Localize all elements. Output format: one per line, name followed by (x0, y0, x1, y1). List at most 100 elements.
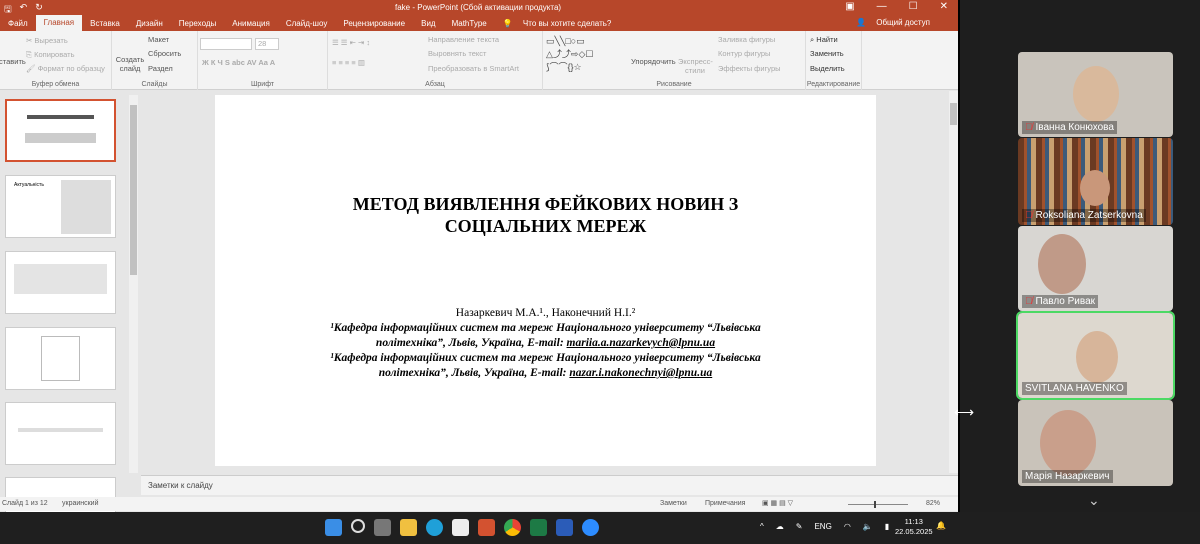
shapes-gallery[interactable]: ▭╲╲□○▭ △⤴⤴⇨◇☐ ⟆⌒⌒{}☆ (546, 35, 593, 74)
slide-title[interactable]: МЕТОД ВИЯВЛЕННЯ ФЕЙКОВИХ НОВИН З СОЦІАЛЬ… (215, 193, 876, 237)
notes-pane[interactable]: Заметки к слайду (141, 475, 958, 495)
slide-thumbnail-2[interactable]: Актуальність (5, 175, 116, 238)
participant-tile[interactable]: 🎙̸ Roksoliana Zatserkovna (1018, 138, 1173, 225)
clock[interactable]: 11:13 22.05.2025 (895, 517, 933, 537)
reset-button[interactable]: Сбросить (148, 49, 181, 58)
cut-button[interactable]: ✂ Вырезать (26, 36, 68, 45)
volume-icon[interactable]: 🔈 (863, 522, 873, 531)
paste-button[interactable]: Вставить (0, 57, 26, 66)
text-direction-button[interactable]: Направление текста (428, 35, 499, 44)
slide-thumbnail-1[interactable] (5, 99, 116, 162)
edge-icon[interactable] (426, 519, 443, 536)
battery-icon[interactable]: ▮ (885, 522, 889, 531)
ribbon-display-icon[interactable]: ▣ (845, 1, 854, 12)
align-text-button[interactable]: Выровнять текст (428, 49, 486, 58)
onedrive-icon[interactable]: ☁ (776, 522, 784, 531)
tab-review[interactable]: Рецензирование (335, 19, 413, 28)
slide[interactable]: МЕТОД ВИЯВЛЕННЯ ФЕЙКОВИХ НОВИН З СОЦІАЛЬ… (215, 95, 876, 466)
cut-label: Вырезать (34, 36, 68, 45)
select-button[interactable]: Выделить (810, 64, 845, 73)
notification-icon[interactable]: 🔔 (936, 521, 946, 530)
font-name-input[interactable] (200, 38, 252, 50)
section-button[interactable]: Раздел (148, 64, 173, 73)
slide-title-line2: СОЦІАЛЬНИХ МЕРЕЖ (444, 216, 647, 236)
tab-design[interactable]: Дизайн (128, 19, 171, 28)
task-view-icon[interactable] (374, 519, 391, 536)
word-icon[interactable] (556, 519, 573, 536)
smartart-button[interactable]: Преобразовать в SmartArt (428, 64, 519, 73)
find-button[interactable]: ⌕ Найти (810, 35, 838, 45)
tell-me-input[interactable]: 💡 Что вы хотите сделать? (495, 19, 628, 28)
new-slide-button[interactable]: Создать слайд (115, 55, 145, 73)
chrome-icon[interactable] (504, 519, 521, 536)
font-size-input[interactable]: 28 (255, 38, 279, 50)
participant-name: Іванна Конюхова (1035, 122, 1114, 133)
comments-button[interactable]: Примечания (705, 500, 745, 507)
share-button[interactable]: 👤 Общий доступ (848, 18, 946, 27)
chevron-down-icon[interactable]: ⌄ (1088, 492, 1100, 509)
zoom-slider[interactable] (848, 501, 908, 508)
close-button[interactable]: ✕ (940, 1, 948, 12)
tab-slideshow[interactable]: Слайд-шоу (278, 19, 335, 28)
editing-label: Редактирование (806, 81, 861, 88)
email-2: nazar.i.nakonechnyi@lpnu.ua (569, 367, 713, 379)
tab-animations[interactable]: Анимация (224, 19, 278, 28)
resize-handle-icon[interactable]: ⟷ (954, 404, 974, 421)
arrange-button[interactable]: Упорядочить (631, 57, 676, 66)
minimize-button[interactable]: — (877, 1, 887, 12)
file-explorer-icon[interactable] (400, 519, 417, 536)
excel-icon[interactable] (530, 519, 547, 536)
thumbnails-scrollbar[interactable] (129, 95, 138, 473)
shape-fill-button[interactable]: Заливка фигуры (718, 35, 775, 44)
start-icon[interactable] (325, 519, 342, 536)
participant-tile[interactable]: 🎙̸ Іванна Конюхова (1018, 52, 1173, 137)
tab-home[interactable]: Главная (35, 15, 83, 31)
tab-insert[interactable]: Вставка (82, 19, 128, 28)
slide-thumbnail-5[interactable] (5, 402, 116, 465)
paragraph-label: Абзац (425, 81, 445, 88)
language-indicator[interactable]: украинский (62, 500, 99, 507)
participant-tile[interactable]: 🎙̸ Павло Ривак (1018, 226, 1173, 311)
powerpoint-icon[interactable] (478, 519, 495, 536)
tab-mathtype[interactable]: MathType (444, 19, 495, 28)
chevron-up-icon[interactable]: ^ (760, 522, 764, 531)
maximize-button[interactable]: ☐ (909, 1, 918, 12)
participant-name: Павло Ривак (1035, 296, 1096, 307)
font-format-buttons[interactable]: Ж К Ч S abc AV Aa A (202, 58, 275, 67)
slide-thumbnail-4[interactable] (5, 327, 116, 390)
ribbon: Вставить ✂ Вырезать ⎘ Копировать 🖌 Форма… (0, 31, 958, 90)
slides-label: Слайды (141, 81, 168, 88)
search-icon[interactable] (351, 519, 365, 533)
participant-tile[interactable]: Марія Назаркевич (1018, 400, 1173, 486)
tell-me-text: Что вы хотите сделать? (522, 18, 612, 28)
tab-transitions[interactable]: Переходы (171, 19, 225, 28)
mic-muted-icon: 🎙̸ (1025, 122, 1033, 133)
align-buttons[interactable]: ≡ ≡ ≡ ≡ ▥ (332, 58, 365, 67)
quick-styles-button[interactable]: Экспресс-стили (678, 57, 713, 75)
store-icon[interactable] (452, 519, 469, 536)
shape-outline-button[interactable]: Контур фигуры (718, 49, 770, 58)
shape-effects-button[interactable]: Эффекты фигуры (718, 64, 781, 73)
date: 22.05.2025 (895, 527, 933, 536)
copy-button[interactable]: ⎘ Копировать (26, 50, 74, 60)
tab-view[interactable]: Вид (413, 19, 443, 28)
wifi-icon[interactable]: ◠ (844, 522, 851, 531)
participant-tile-active-speaker[interactable]: SVITLANA HAVENKO (1016, 311, 1175, 400)
taskbar: ^ ☁ ✎ ENG ◠ 🔈 ▮ 11:13 22.05.2025 🔔 (0, 512, 1200, 544)
list-buttons[interactable]: ☰ ☰ ⇤ ⇥ ↕ (332, 38, 370, 47)
view-buttons[interactable]: ▣ ▦ ▤ ▽ (762, 499, 793, 507)
layout-button[interactable]: Макет (148, 35, 169, 44)
slide-authors-block[interactable]: Назаркевич М.А.¹., Наконечний Н.І.² ¹Каф… (215, 306, 876, 381)
pen-icon[interactable]: ✎ (796, 522, 803, 531)
slide-thumbnail-3[interactable] (5, 251, 116, 314)
input-language[interactable]: ENG (814, 522, 831, 531)
tab-file[interactable]: Файл (0, 19, 36, 28)
affiliation-1: ¹Кафедра інформаційних систем та мереж Н… (215, 321, 876, 351)
replace-button[interactable]: Заменить (810, 49, 844, 58)
affiliation-2: ¹Кафедра інформаційних систем та мереж Н… (215, 351, 876, 381)
share-label: Общий доступ (876, 18, 930, 27)
notes-button[interactable]: Заметки (660, 500, 687, 507)
format-painter-button[interactable]: 🖌 Формат по образцу (26, 64, 105, 73)
zoom-level[interactable]: 82% (926, 500, 940, 507)
zoom-app-icon[interactable] (582, 519, 599, 536)
